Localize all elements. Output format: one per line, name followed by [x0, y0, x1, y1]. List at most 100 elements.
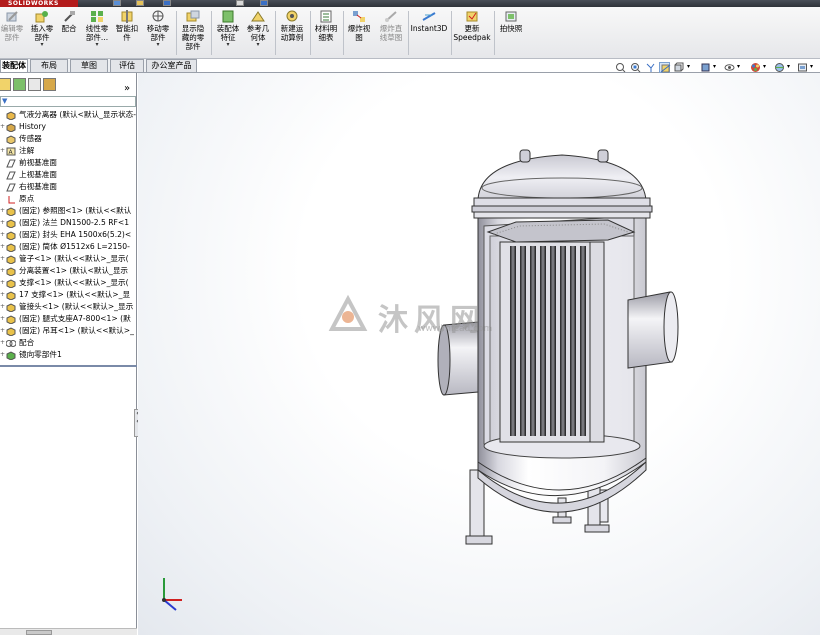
tree-item[interactable]: + 分离装置<1> (默认<默认_显示 [0, 265, 137, 277]
reference-geometry-button[interactable]: 参考几 何体 ▾ [245, 10, 271, 58]
hide-show-dropdown-icon[interactable]: ▾ [737, 64, 740, 70]
filter-icon[interactable]: ▼ [2, 97, 7, 105]
open-icon[interactable] [136, 0, 144, 6]
expand-icon[interactable]: + [0, 316, 5, 322]
save-icon[interactable] [163, 0, 171, 6]
expand-icon[interactable]: + [0, 208, 5, 214]
tree-item[interactable]: + (固定) 腿式支座A7-800<1> (默 [0, 313, 137, 325]
configuration-manager-tab-icon[interactable] [28, 78, 41, 91]
insert-component-button[interactable]: 插入零 部件 ▾ [27, 10, 57, 58]
expand-icon[interactable]: + [0, 220, 5, 226]
linear-pattern-button[interactable]: 线性零 部件... ▾ [83, 10, 111, 58]
tree-item[interactable]: + A 注解 [0, 145, 137, 157]
tree-item[interactable]: + (固定) 筒体 Ø1512x6 L=2150- [0, 241, 137, 253]
assembly-features-button[interactable]: 装配体 特征 ▾ [213, 10, 243, 58]
zoom-to-area-icon[interactable] [630, 62, 641, 73]
snapshot-icon [504, 10, 518, 23]
tree-filter[interactable]: ▼ [0, 96, 136, 107]
display-style-icon[interactable] [700, 62, 711, 73]
linear-pattern-dropdown-icon[interactable]: ▾ [83, 42, 111, 48]
reference-geometry-dropdown-icon[interactable]: ▾ [245, 42, 271, 48]
update-speedpak-icon [465, 10, 479, 23]
scene-dropdown-icon[interactable]: ▾ [787, 64, 790, 70]
smart-fasteners-button[interactable]: 智能扣 件 [114, 10, 140, 58]
expand-icon[interactable]: + [0, 232, 5, 238]
view-orientation-dropdown-icon[interactable]: ▾ [687, 64, 690, 70]
tree-item[interactable]: + (固定) 封头 EHA 1500x6(5.2)< [0, 229, 137, 241]
graphics-area[interactable] [138, 73, 820, 635]
display-style-dropdown-icon[interactable]: ▾ [713, 64, 716, 70]
assembly-features-dropdown-icon[interactable]: ▾ [213, 42, 243, 48]
tree-item[interactable]: 传感器 [0, 133, 137, 145]
scrollbar-thumb[interactable] [26, 630, 52, 635]
apply-scene-icon[interactable] [774, 62, 785, 73]
move-component-button[interactable]: 移动零 部件 ▾ [144, 10, 172, 58]
tree-item-label: (固定) 参照图<1> (默认<<默认 [19, 206, 132, 215]
mate-button[interactable]: 配合 [59, 10, 79, 58]
tree-item[interactable]: + (固定) 参照图<1> (默认<<默认 [0, 205, 137, 217]
expand-icon[interactable]: + [0, 304, 5, 310]
take-snapshot-button[interactable]: 拍快照 [496, 10, 526, 58]
expand-icon[interactable]: + [0, 244, 5, 250]
section-view-icon[interactable] [659, 62, 671, 73]
tree-item[interactable]: + 支撑<1> (默认<<默认>_显示( [0, 277, 137, 289]
tree-item[interactable]: + (固定) 法兰 DN1500-2.5 RF<1 [0, 217, 137, 229]
insert-component-dropdown-icon[interactable]: ▾ [27, 42, 57, 48]
show-hidden-components-button[interactable]: 显示隐 藏的零 部件 [178, 10, 208, 58]
plane-icon [6, 183, 16, 192]
appearance-dropdown-icon[interactable]: ▾ [763, 64, 766, 70]
expand-icon[interactable]: + [0, 328, 5, 334]
property-manager-tab-icon[interactable] [13, 78, 26, 91]
hide-show-items-icon[interactable] [724, 62, 735, 73]
tree-item[interactable]: 气液分离器 (默认<默认_显示状态- [0, 109, 137, 121]
edit-component-button[interactable]: 编辑零 部件 [0, 10, 24, 58]
new-document-icon[interactable] [113, 0, 121, 6]
tree-horizontal-scrollbar[interactable] [0, 628, 137, 635]
tree-item[interactable]: 右视基准面 [0, 181, 137, 193]
select-icon[interactable] [236, 0, 244, 6]
tree-item[interactable]: + (固定) 吊耳<1> (默认<<默认>_ [0, 325, 137, 337]
tree-item[interactable]: + 管子<1> (默认<<默认>_显示( [0, 253, 137, 265]
update-speedpak-button[interactable]: 更新 Speedpak [453, 10, 491, 58]
zoom-to-fit-icon[interactable] [615, 62, 626, 73]
tab-evaluate[interactable]: 评估 [110, 59, 144, 72]
instant3d-button[interactable]: Instant3D [410, 10, 448, 58]
display-manager-tab-icon[interactable] [43, 78, 56, 91]
move-component-dropdown-icon[interactable]: ▾ [144, 42, 172, 48]
solidworks-logo[interactable]: SOLIDWORKS [0, 0, 78, 7]
expand-icon[interactable]: + [0, 148, 5, 154]
tree-item[interactable]: + 镜向零部件1 [0, 349, 137, 361]
expand-icon[interactable]: + [0, 280, 5, 286]
expand-icon[interactable]: + [0, 292, 5, 298]
new-motion-study-button[interactable]: 新建运 动算例 [277, 10, 307, 58]
tree-item[interactable]: + History [0, 121, 137, 133]
tab-layout[interactable]: 布局 [30, 59, 68, 72]
feature-manager-tab-icon[interactable] [0, 78, 11, 91]
expand-icon[interactable]: + [0, 256, 5, 262]
tab-sketch[interactable]: 草图 [70, 59, 108, 72]
previous-view-icon[interactable] [645, 62, 656, 73]
tree-item[interactable]: 上视基准面 [0, 169, 137, 181]
tree-item[interactable]: + 管接头<1> (默认<<默认>_显示 [0, 301, 137, 313]
rebuild-icon[interactable] [260, 0, 268, 6]
tab-office-products[interactable]: 办公室产品 [146, 59, 197, 72]
tree-item[interactable]: +17 支撑<1> (默认<<默认>_显 [0, 289, 137, 301]
view-settings-icon[interactable] [797, 62, 808, 73]
tab-assembly[interactable]: 装配体 [0, 59, 28, 72]
tree-item[interactable]: + 配合 [0, 337, 137, 349]
expand-icon[interactable]: + [0, 340, 5, 346]
expand-icon[interactable]: + [0, 268, 5, 274]
panel-more-icon[interactable]: » [124, 84, 130, 94]
expand-icon[interactable]: + [0, 352, 5, 358]
tree-item[interactable]: 前视基准面 [0, 157, 137, 169]
edit-appearance-icon[interactable] [750, 62, 761, 73]
mates-icon [5, 339, 17, 348]
exploded-view-button[interactable]: 爆炸视 图 [345, 10, 373, 58]
explode-line-sketch-button[interactable]: 爆炸直 线草图 [376, 10, 406, 58]
ribbon-separator [211, 11, 212, 55]
view-settings-dropdown-icon[interactable]: ▾ [810, 64, 813, 70]
bill-of-materials-button[interactable]: 材料明 细表 [312, 10, 340, 58]
tree-item[interactable]: 原点 [0, 193, 137, 205]
view-orientation-icon[interactable] [673, 62, 684, 73]
expand-icon[interactable]: + [0, 124, 5, 130]
